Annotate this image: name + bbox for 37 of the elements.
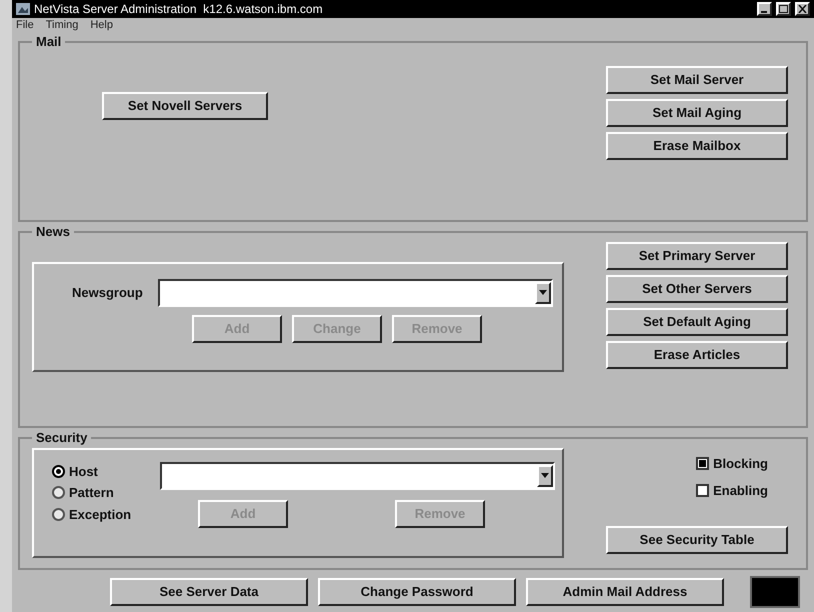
action-button[interactable]: Change Password xyxy=(318,578,516,606)
radio-button[interactable] xyxy=(52,508,65,521)
radio-label: Host xyxy=(69,462,98,480)
group-title: News xyxy=(35,223,71,241)
radio-label: Exception xyxy=(69,506,132,524)
group-title: Mail xyxy=(35,33,62,51)
group-title: Security xyxy=(35,429,88,447)
minimize-icon[interactable] xyxy=(757,2,772,16)
close-icon[interactable] xyxy=(795,2,810,16)
checkbox-label: Enabling xyxy=(713,482,768,500)
combo-box[interactable] xyxy=(158,278,553,306)
checkbox[interactable] xyxy=(696,456,710,470)
menu-item[interactable]: Timing xyxy=(46,16,78,34)
field-label: Newsgroup xyxy=(72,284,144,302)
radio-label: Pattern xyxy=(69,484,114,502)
action-button[interactable]: Set Mail Server xyxy=(606,66,788,94)
menu-item[interactable]: Help xyxy=(90,16,113,34)
radio-button[interactable] xyxy=(52,486,65,500)
checkbox[interactable] xyxy=(696,484,710,498)
action-button[interactable]: Set Default Aging xyxy=(606,308,788,336)
action-button[interactable]: Admin Mail Address xyxy=(526,578,724,606)
action-button[interactable]: Set Other Servers xyxy=(606,274,788,302)
action-button[interactable]: Set Novell Servers xyxy=(102,92,268,120)
radio-button[interactable] xyxy=(52,464,65,478)
app-icon xyxy=(16,3,30,15)
menu-item[interactable]: File xyxy=(16,16,34,34)
action-button[interactable]: Erase Mailbox xyxy=(606,132,788,160)
action-button[interactable]: Set Mail Aging xyxy=(606,98,788,126)
action-button[interactable]: See Security Table xyxy=(606,526,788,554)
color-swatch xyxy=(750,576,800,608)
checkbox-label: Blocking xyxy=(713,454,768,473)
maximize-icon[interactable] xyxy=(776,2,791,16)
window-title: NetVista Server Administration k12.6.watson.ibm.com xyxy=(34,1,324,18)
combo-box[interactable] xyxy=(160,462,555,490)
action-button[interactable]: Erase Articles xyxy=(606,340,788,368)
action-button[interactable]: Set Primary Server xyxy=(606,242,788,270)
action-button[interactable]: See Server Data xyxy=(110,578,308,606)
